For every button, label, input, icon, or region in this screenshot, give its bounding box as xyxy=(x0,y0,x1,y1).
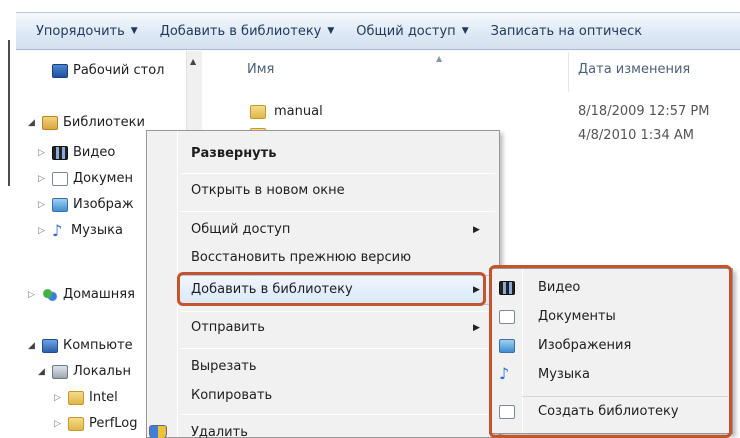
menu-separator xyxy=(181,311,495,312)
sort-ascending-icon: ▲ xyxy=(436,54,443,63)
column-header-name[interactable]: Имя xyxy=(247,62,274,77)
computer-icon xyxy=(42,338,58,353)
menu-separator xyxy=(181,173,495,174)
file-date: 4/8/2010 1:34 AM xyxy=(578,128,694,143)
submenu-item-pictures[interactable]: Изображения xyxy=(538,338,631,353)
menu-separator xyxy=(522,396,728,397)
menu-item-delete[interactable]: Удалить xyxy=(191,425,248,438)
libraries-icon xyxy=(42,115,58,130)
nav-item-perflogs[interactable]: ▷ PerfLog xyxy=(54,416,138,431)
collapse-arrow-icon[interactable]: ◢ xyxy=(28,118,37,128)
uac-shield-icon xyxy=(149,425,167,438)
burn-button[interactable]: Записать на оптическ xyxy=(491,24,642,39)
expand-arrow-icon[interactable]: ▷ xyxy=(54,419,63,429)
collapse-arrow-icon[interactable]: ◢ xyxy=(28,341,37,351)
expand-arrow-icon[interactable]: ▷ xyxy=(38,148,47,158)
music-note-icon: ♪ xyxy=(499,364,510,383)
folder-icon xyxy=(68,390,84,405)
nav-item-label: Видео xyxy=(73,145,116,160)
nav-item-local-disk[interactable]: ◢ Локальн xyxy=(38,364,131,379)
create-library-icon xyxy=(499,405,515,419)
share-button[interactable]: Общий доступ ▼ xyxy=(356,24,468,39)
highlight-frame xyxy=(177,272,486,306)
menu-item-restore-previous[interactable]: Восстановить прежнюю версию xyxy=(191,250,411,265)
submenu-item-video[interactable]: Видео xyxy=(538,280,580,295)
menu-separator xyxy=(181,211,495,212)
video-icon xyxy=(52,145,68,160)
folder-icon xyxy=(250,104,266,119)
desktop-icon xyxy=(52,63,68,78)
video-icon xyxy=(499,281,515,295)
menu-item-open-new-window[interactable]: Открыть в новом окне xyxy=(191,183,345,198)
nav-item-label: Домашняя xyxy=(63,287,135,302)
dropdown-arrow-icon: ▼ xyxy=(130,26,138,36)
homegroup-icon xyxy=(42,287,58,302)
dropdown-arrow-icon: ▼ xyxy=(461,26,469,36)
nav-item-libraries[interactable]: ◢ Библиотеки xyxy=(28,115,145,130)
expand-arrow-icon[interactable]: ▷ xyxy=(28,290,37,300)
collapse-arrow-icon[interactable]: ◢ xyxy=(38,367,47,377)
nav-item-music[interactable]: ▷ ♪ Музыка xyxy=(38,220,123,240)
file-row[interactable]: manual xyxy=(250,104,323,119)
nav-item-video[interactable]: ▷ Видео xyxy=(38,145,115,160)
command-toolbar: Упорядочить ▼ Добавить в библиотеку ▼ Об… xyxy=(16,12,740,50)
expand-arrow-icon[interactable]: ▷ xyxy=(38,174,47,184)
organize-label: Упорядочить xyxy=(36,23,125,39)
nav-item-label: Изображ xyxy=(73,197,134,212)
menu-item-cut[interactable]: Вырезать xyxy=(191,359,257,374)
nav-item-label: PerfLog xyxy=(89,416,138,431)
documents-icon xyxy=(499,310,515,324)
submenu-item-create-library[interactable]: Создать библиотеку xyxy=(538,404,679,419)
menu-separator xyxy=(181,414,495,415)
nav-item-documents[interactable]: ▷ Докумен xyxy=(38,171,133,186)
pictures-icon xyxy=(499,339,515,353)
folder-icon xyxy=(68,416,84,431)
nav-item-intel[interactable]: ▷ Intel xyxy=(54,390,118,405)
nav-item-label: Компьюте xyxy=(63,338,133,353)
nav-item-label: Музыка xyxy=(71,223,123,238)
burn-label: Записать на оптическ xyxy=(490,23,643,39)
share-label: Общий доступ xyxy=(356,23,456,39)
nav-item-desktop[interactable]: Рабочий стол xyxy=(52,63,164,78)
organize-button[interactable]: Упорядочить ▼ xyxy=(36,24,138,39)
file-date: 8/18/2009 12:57 PM xyxy=(578,104,710,119)
documents-icon xyxy=(52,171,68,186)
scroll-up-icon[interactable]: ▲ xyxy=(190,57,196,66)
expand-arrow-icon[interactable]: ▷ xyxy=(38,226,47,236)
menu-item-send-to[interactable]: Отправить xyxy=(191,320,265,335)
nav-item-pictures[interactable]: ▷ Изображ xyxy=(38,197,134,212)
column-header-date[interactable]: Дата изменения xyxy=(578,62,690,77)
column-divider[interactable] xyxy=(568,52,569,92)
nav-item-homegroup[interactable]: ▷ Домашняя xyxy=(28,287,135,302)
submenu-arrow-icon: ▶ xyxy=(473,225,480,235)
nav-item-label: Локальн xyxy=(73,364,132,379)
expand-arrow-icon[interactable]: ▷ xyxy=(54,393,63,403)
submenu-item-documents[interactable]: Документы xyxy=(538,309,616,324)
drive-icon xyxy=(52,364,68,379)
nav-item-label: Библиотеки xyxy=(63,115,145,130)
expand-arrow-icon[interactable]: ▷ xyxy=(38,200,47,210)
add-to-library-button[interactable]: Добавить в библиотеку ▼ xyxy=(160,24,335,39)
music-note-icon: ♪ xyxy=(52,220,63,240)
nav-item-label: Рабочий стол xyxy=(73,63,165,78)
nav-item-label: Докумен xyxy=(73,171,133,186)
add-to-library-label: Добавить в библиотеку xyxy=(159,23,322,39)
menu-item-copy[interactable]: Копировать xyxy=(191,388,272,403)
submenu-item-music[interactable]: Музыка xyxy=(538,367,590,382)
nav-item-label: Intel xyxy=(89,390,118,405)
menu-item-share[interactable]: Общий доступ xyxy=(191,222,290,237)
nav-item-computer[interactable]: ◢ Компьюте xyxy=(28,338,133,353)
menu-item-expand[interactable]: Развернуть xyxy=(191,146,276,161)
pictures-icon xyxy=(52,197,68,212)
file-name: manual xyxy=(274,104,323,119)
menu-separator xyxy=(181,348,495,349)
dropdown-arrow-icon: ▼ xyxy=(327,26,335,36)
window-frame-edge xyxy=(8,40,10,186)
submenu-arrow-icon: ▶ xyxy=(473,323,480,333)
